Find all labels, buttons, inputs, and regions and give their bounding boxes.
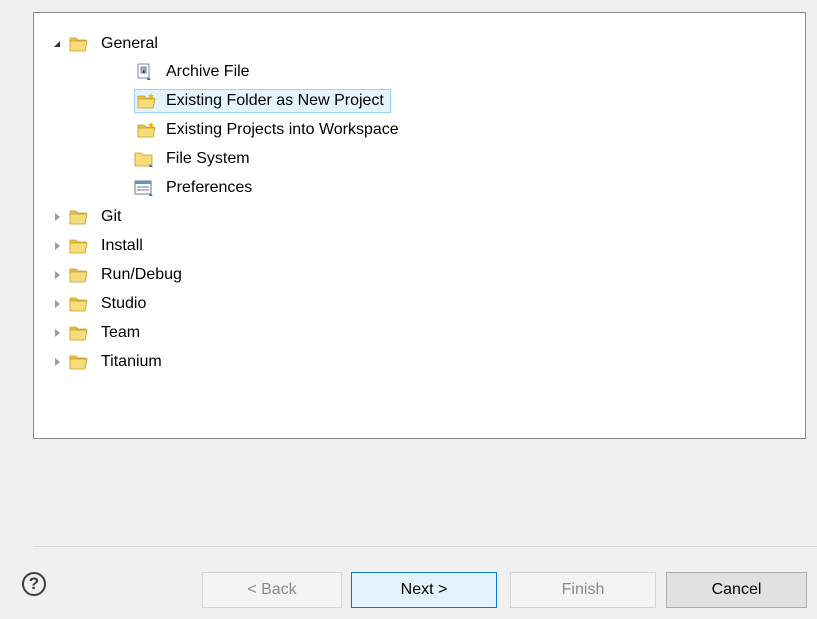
tree-item-label: Existing Projects into Workspace xyxy=(166,120,399,138)
preferences-icon xyxy=(134,179,154,197)
folder-open-icon xyxy=(69,237,89,255)
next-button-label: Next > xyxy=(400,581,448,598)
folder-open-icon xyxy=(69,295,89,313)
import-source-tree[interactable]: General Archive File Existing Folder as … xyxy=(33,12,806,439)
tree-item-label: Studio xyxy=(101,294,147,312)
collapsed-arrow-icon[interactable] xyxy=(51,240,63,252)
tree-item-label: Run/Debug xyxy=(101,265,182,283)
collapsed-arrow-icon[interactable] xyxy=(51,298,63,310)
tree-item-team[interactable]: Team xyxy=(51,318,147,347)
tree-item-studio[interactable]: Studio xyxy=(51,289,153,318)
tree-item-git[interactable]: Git xyxy=(51,202,128,231)
tree-item-preferences[interactable]: Preferences xyxy=(134,173,259,202)
cancel-button-label: Cancel xyxy=(711,581,762,598)
back-button-label: < Back xyxy=(247,581,297,598)
tree-item-label: Existing Folder as New Project xyxy=(166,91,384,109)
tree-item-file-system[interactable]: File System xyxy=(134,144,257,173)
tree-item-install[interactable]: Install xyxy=(51,231,150,260)
back-button[interactable]: < Back xyxy=(202,572,342,608)
import-wizard-dialog: General Archive File Existing Folder as … xyxy=(0,0,817,619)
folder-open-icon xyxy=(69,324,89,342)
folder-open-icon xyxy=(69,353,89,371)
tree-item-label: General xyxy=(101,34,158,52)
help-icon[interactable]: ? xyxy=(22,572,46,596)
folder-icon xyxy=(134,150,154,168)
tree-item-existing-projects-into-workspace[interactable]: Existing Projects into Workspace xyxy=(134,115,406,144)
tree-item-general[interactable]: General xyxy=(51,29,165,58)
tree-item-label: Team xyxy=(101,323,141,341)
new-project-folder-icon xyxy=(137,92,157,110)
tree-item-label: Preferences xyxy=(166,178,253,196)
tree-item-existing-folder-as-new-project[interactable]: Existing Folder as New Project xyxy=(134,86,391,115)
collapsed-arrow-icon[interactable] xyxy=(51,269,63,281)
tree-item-label: Install xyxy=(101,236,143,254)
tree-item-label: File System xyxy=(166,149,250,167)
cancel-button[interactable]: Cancel xyxy=(666,572,807,608)
tree-item-label: Git xyxy=(101,207,122,225)
help-button-label: ? xyxy=(28,574,40,593)
archive-file-icon xyxy=(134,63,154,81)
tree-item-run-debug[interactable]: Run/Debug xyxy=(51,260,189,289)
collapsed-arrow-icon[interactable] xyxy=(51,356,63,368)
tree-item-titanium[interactable]: Titanium xyxy=(51,347,169,376)
folder-open-icon xyxy=(69,35,89,53)
selection-highlight: Existing Folder as New Project xyxy=(134,88,391,113)
expanded-arrow-icon[interactable] xyxy=(51,38,63,50)
tree-item-archive-file[interactable]: Archive File xyxy=(134,57,257,86)
finish-button-label: Finish xyxy=(561,581,605,598)
tree-item-label: Titanium xyxy=(101,352,162,370)
folder-open-icon xyxy=(69,266,89,284)
collapsed-arrow-icon[interactable] xyxy=(51,211,63,223)
finish-button[interactable]: Finish xyxy=(510,572,656,608)
tree-item-label: Archive File xyxy=(166,62,250,80)
folder-open-icon xyxy=(69,208,89,226)
new-project-folder-icon xyxy=(137,121,157,139)
next-button[interactable]: Next > xyxy=(351,572,497,608)
footer-separator xyxy=(33,546,817,547)
collapsed-arrow-icon[interactable] xyxy=(51,327,63,339)
